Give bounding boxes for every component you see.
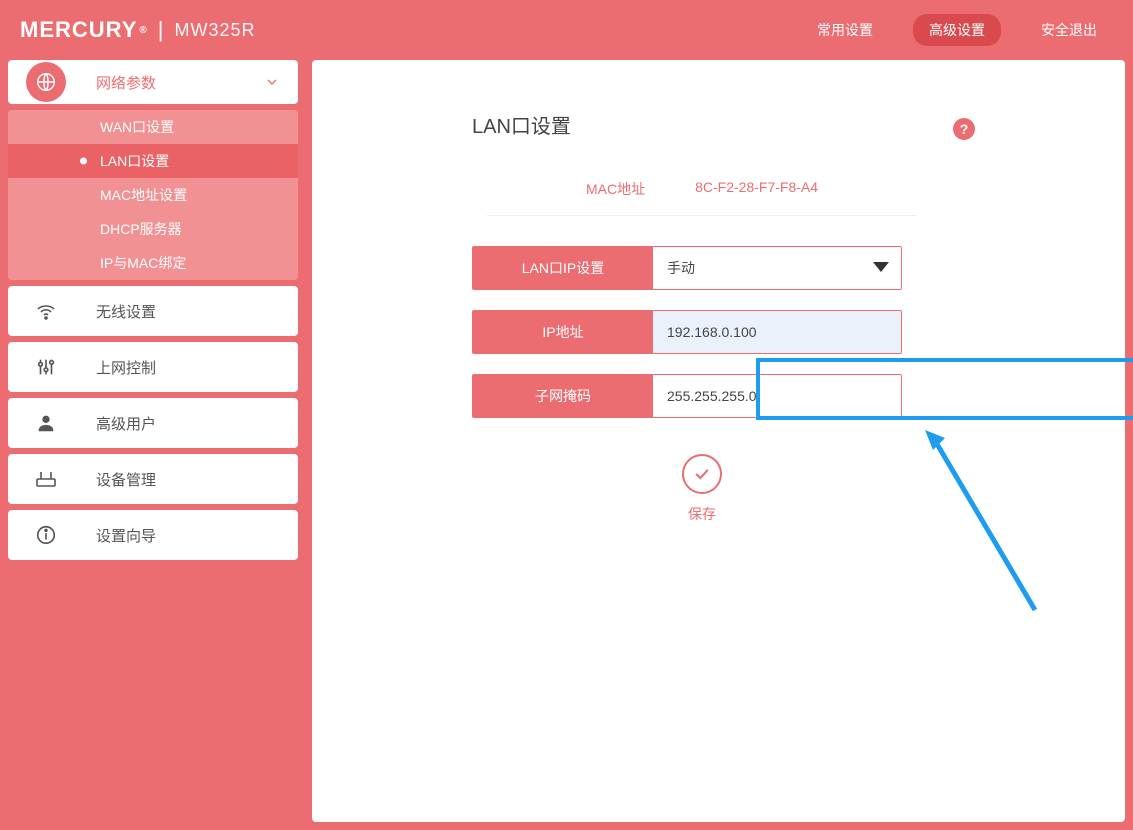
sidebar-item-wireless[interactable]: 无线设置 [8,286,298,336]
sidebar-sub-ipmac[interactable]: IP与MAC绑定 [8,246,298,280]
lan-ip-setting-select[interactable]: 手动 [653,247,901,289]
sidebar-item-advanced-user[interactable]: 高级用户 [8,398,298,448]
sidebar: 网络参数 WAN口设置 LAN口设置 MAC地址设置 DHCP服务器 IP与MA… [8,60,298,822]
sidebar-item-access-control[interactable]: 上网控制 [8,342,298,392]
subnet-mask-row: 子网掩码 [472,374,902,418]
sidebar-item-label: 上网控制 [96,357,156,378]
nav-logout[interactable]: 安全退出 [1025,14,1113,46]
brand-divider: | [158,17,165,43]
wifi-icon [26,299,66,323]
main-panel: LAN口设置 ? MAC地址 8C-F2-28-F7-F8-A4 LAN口IP设… [312,60,1125,822]
caret-down-icon [873,262,889,274]
sidebar-submenu-network: WAN口设置 LAN口设置 MAC地址设置 DHCP服务器 IP与MAC绑定 [8,110,298,280]
mac-value: 8C-F2-28-F7-F8-A4 [695,179,818,199]
page-title: LAN口设置 [472,110,1065,139]
sidebar-item-label: 设置向导 [96,525,156,546]
brand-logo: MERCURY® | MW325R [20,17,256,43]
mac-label: MAC地址 [586,179,645,199]
save-block: 保存 [472,454,932,524]
ip-address-input[interactable] [667,324,887,340]
lan-settings-form: MAC地址 8C-F2-28-F7-F8-A4 LAN口IP设置 手动 IP地址 [472,179,932,524]
router-icon [26,467,66,491]
subnet-mask-label: 子网掩码 [473,375,653,417]
sidebar-item-device-management[interactable]: 设备管理 [8,454,298,504]
nav-advanced-settings[interactable]: 高级设置 [913,14,1001,46]
globe-icon [26,62,66,102]
sidebar-sub-lan[interactable]: LAN口设置 [8,144,298,178]
chevron-down-icon [264,74,280,90]
mac-row: MAC地址 8C-F2-28-F7-F8-A4 [472,179,932,199]
lan-ip-setting-row[interactable]: LAN口IP设置 手动 [472,246,902,290]
save-label: 保存 [472,504,932,524]
sliders-icon [26,356,66,378]
brand-text: MERCURY [20,17,137,43]
header: MERCURY® | MW325R 常用设置 高级设置 安全退出 [0,0,1133,60]
sidebar-item-label: 高级用户 [96,413,156,434]
divider [487,215,917,216]
sidebar-sub-mac[interactable]: MAC地址设置 [8,178,298,212]
sidebar-item-label: 设备管理 [96,469,156,490]
brand-reg: ® [139,25,147,36]
lan-ip-setting-value: 手动 [667,258,695,278]
sidebar-sub-wan[interactable]: WAN口设置 [8,110,298,144]
info-icon [26,524,66,546]
nav-common-settings[interactable]: 常用设置 [801,14,889,46]
sidebar-sub-dhcp[interactable]: DHCP服务器 [8,212,298,246]
ip-address-row: IP地址 [472,310,902,354]
help-icon[interactable]: ? [953,118,975,140]
subnet-mask-input[interactable] [667,388,887,404]
save-button[interactable] [682,454,722,494]
model-text: MW325R [175,20,256,41]
sidebar-item-setup-wizard[interactable]: 设置向导 [8,510,298,560]
ip-address-label: IP地址 [473,311,653,353]
user-icon [26,412,66,434]
lan-ip-setting-label: LAN口IP设置 [473,247,653,289]
sidebar-item-label: 无线设置 [96,301,156,322]
annotation-arrow-icon [915,430,1055,630]
sidebar-item-label: 网络参数 [96,72,264,93]
sidebar-item-network[interactable]: 网络参数 [8,60,298,104]
header-nav: 常用设置 高级设置 安全退出 [801,14,1113,46]
